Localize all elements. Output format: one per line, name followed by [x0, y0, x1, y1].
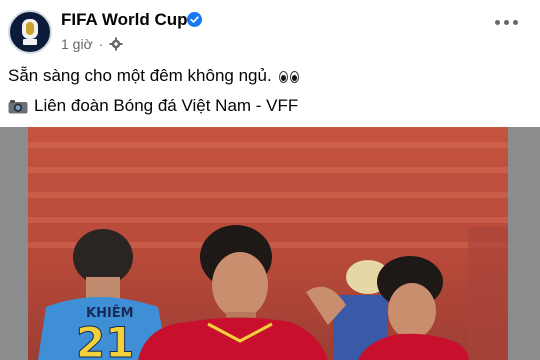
more-dot	[504, 20, 509, 25]
camera-icon	[8, 99, 28, 113]
author-name[interactable]: FIFA World Cup	[61, 10, 188, 30]
post-photo-frame[interactable]: KHIÊM 21	[0, 127, 540, 360]
eyes-emoji-icon	[279, 70, 300, 83]
more-options-button[interactable]	[495, 20, 518, 25]
post-header: FIFA World Cup 1 giờ ·	[0, 0, 540, 58]
post-timestamp[interactable]: 1 giờ	[61, 36, 93, 52]
eye	[279, 70, 289, 83]
avatar[interactable]	[8, 10, 52, 54]
gear-icon[interactable]	[109, 37, 123, 51]
eye	[290, 70, 300, 83]
post-meta: 1 giờ ·	[61, 36, 123, 52]
post-photo[interactable]: KHIÊM 21	[28, 127, 508, 360]
verified-badge-icon	[187, 12, 202, 27]
more-options-icon	[495, 20, 500, 25]
separator-dot: ·	[98, 36, 104, 52]
post-caption-line2: Liên đoàn Bóng đá Việt Nam - VFF	[8, 96, 298, 116]
post-caption-line1: Sẵn sàng cho một đêm không ngủ.	[8, 66, 300, 86]
caption-text: Sẵn sàng cho một đêm không ngủ.	[8, 66, 272, 85]
fifa-trophy-logo	[22, 19, 38, 45]
players-celebration-image: KHIÊM 21	[28, 127, 508, 360]
more-dot	[513, 20, 518, 25]
jersey-number: 21	[76, 318, 134, 360]
photo-credit[interactable]: Liên đoàn Bóng đá Việt Nam - VFF	[34, 96, 298, 116]
